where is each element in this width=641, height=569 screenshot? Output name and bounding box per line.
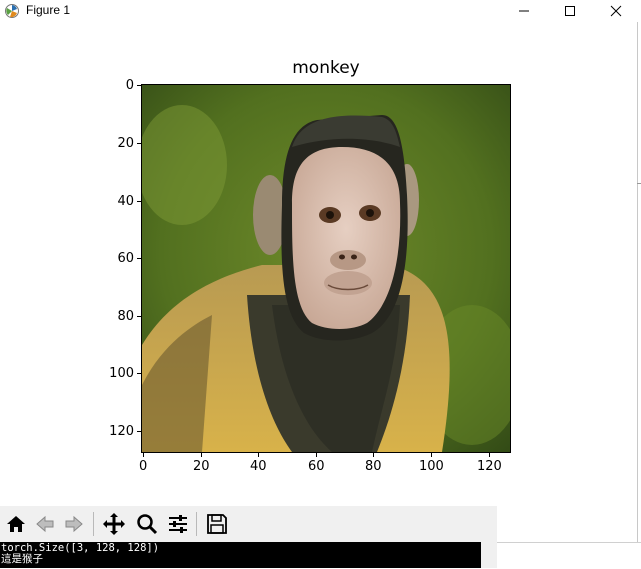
plot-title: monkey [292, 58, 360, 78]
back-icon[interactable] [32, 511, 58, 537]
y-tick-label: 20 [117, 136, 134, 151]
configure-subplots-icon[interactable] [165, 511, 191, 537]
zoom-icon[interactable] [134, 511, 160, 537]
terminal-output: torch.Size([3, 128, 128]) 這是猴子 [0, 542, 481, 568]
y-tick-mark [137, 201, 141, 202]
y-tick-label: 60 [117, 251, 134, 266]
x-tick-label: 100 [419, 459, 444, 474]
matplotlib-icon [4, 3, 20, 19]
x-tick-mark [258, 453, 259, 457]
y-tick-mark [137, 143, 141, 144]
x-tick-mark [489, 453, 490, 457]
toolbar-separator [93, 512, 94, 536]
x-tick-mark [201, 453, 202, 457]
x-tick-label: 120 [477, 459, 502, 474]
y-tick-mark [137, 431, 141, 432]
x-tick-label: 0 [139, 459, 148, 474]
border-tick [637, 183, 641, 184]
image-axes[interactable] [141, 84, 511, 453]
minimize-button[interactable] [501, 0, 547, 22]
monkey-image [142, 85, 510, 452]
x-tick-label: 60 [308, 459, 325, 474]
window-titlebar: Figure 1 [0, 0, 641, 22]
background-window [497, 542, 641, 569]
navigation-toolbar [0, 506, 497, 542]
x-tick-mark [316, 453, 317, 457]
close-button[interactable] [593, 0, 639, 22]
y-tick-mark [137, 316, 141, 317]
x-tick-label: 20 [193, 459, 210, 474]
home-icon[interactable] [3, 511, 29, 537]
x-tick-label: 40 [250, 459, 267, 474]
y-tick-mark [137, 258, 141, 259]
y-tick-label: 40 [117, 194, 134, 209]
x-tick-label: 80 [365, 459, 382, 474]
window-title: Figure 1 [26, 3, 71, 17]
y-tick-label: 100 [109, 366, 134, 381]
y-tick-label: 120 [109, 424, 134, 439]
terminal-line: torch.Size([3, 128, 128]) [1, 542, 160, 554]
save-icon[interactable] [204, 511, 230, 537]
y-tick-mark [137, 85, 141, 86]
window-border [637, 22, 641, 542]
y-tick-label: 0 [125, 78, 134, 93]
y-tick-label: 80 [117, 309, 134, 324]
toolbar-separator [196, 512, 197, 536]
x-tick-mark [373, 453, 374, 457]
y-tick-mark [137, 373, 141, 374]
terminal-line: 這是猴子 [1, 553, 43, 565]
maximize-button[interactable] [547, 0, 593, 22]
x-tick-mark [431, 453, 432, 457]
terminal-scrollbar[interactable] [481, 542, 497, 568]
x-tick-mark [143, 453, 144, 457]
pan-icon[interactable] [101, 511, 127, 537]
forward-icon[interactable] [61, 511, 87, 537]
